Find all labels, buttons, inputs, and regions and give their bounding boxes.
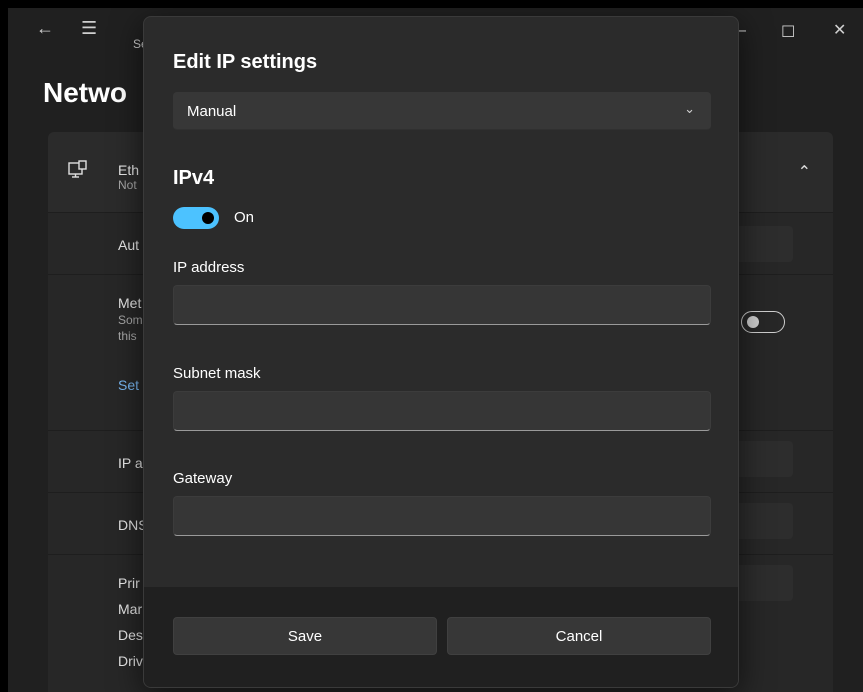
row-label: Aut <box>118 237 140 253</box>
row-sub: this <box>118 329 137 343</box>
subnet-mask-label: Subnet mask <box>173 365 261 382</box>
gateway-input[interactable] <box>173 496 711 536</box>
page-title: Netwo <box>43 77 127 108</box>
row-label: Des <box>118 627 143 643</box>
set-data-limit-link[interactable]: Set <box>118 377 139 393</box>
save-button[interactable]: Save <box>173 617 437 655</box>
ipv4-section-title: IPv4 <box>173 167 215 189</box>
metered-toggle[interactable] <box>741 311 785 333</box>
back-arrow-icon[interactable]: ← <box>36 18 54 39</box>
maximize-icon[interactable]: ☐ <box>781 22 795 42</box>
row-label: Mar <box>118 601 143 617</box>
ipv4-toggle[interactable] <box>173 207 219 229</box>
ethernet-status: Not <box>118 178 137 192</box>
row-label: Driv <box>118 653 143 669</box>
gateway-label: Gateway <box>173 470 233 487</box>
hamburger-menu-icon[interactable]: ☰ <box>81 18 97 39</box>
close-icon[interactable]: ✕ <box>833 20 846 40</box>
ip-address-input[interactable] <box>173 285 711 325</box>
ip-mode-dropdown[interactable]: Manual ⌄ <box>173 92 711 130</box>
ethernet-icon <box>68 160 87 178</box>
row-sub: Som <box>118 313 143 327</box>
row-label: Met <box>118 295 142 311</box>
chevron-up-icon[interactable]: ⌃ <box>798 162 811 182</box>
row-label: Prir <box>118 575 140 591</box>
row-label: IP a <box>118 455 143 471</box>
edit-ip-settings-dialog: Edit IP settings Manual ⌄ IPv4 On IP add… <box>143 16 739 688</box>
dialog-title: Edit IP settings <box>173 51 318 73</box>
chevron-down-icon: ⌄ <box>684 101 695 116</box>
dropdown-value: Manual <box>187 103 237 120</box>
ethernet-title: Eth <box>118 162 140 178</box>
cancel-button[interactable]: Cancel <box>447 617 711 655</box>
dialog-footer: Save Cancel <box>144 587 738 687</box>
ip-address-label: IP address <box>173 259 245 276</box>
subnet-mask-input[interactable] <box>173 391 711 431</box>
toggle-state-label: On <box>234 209 255 226</box>
